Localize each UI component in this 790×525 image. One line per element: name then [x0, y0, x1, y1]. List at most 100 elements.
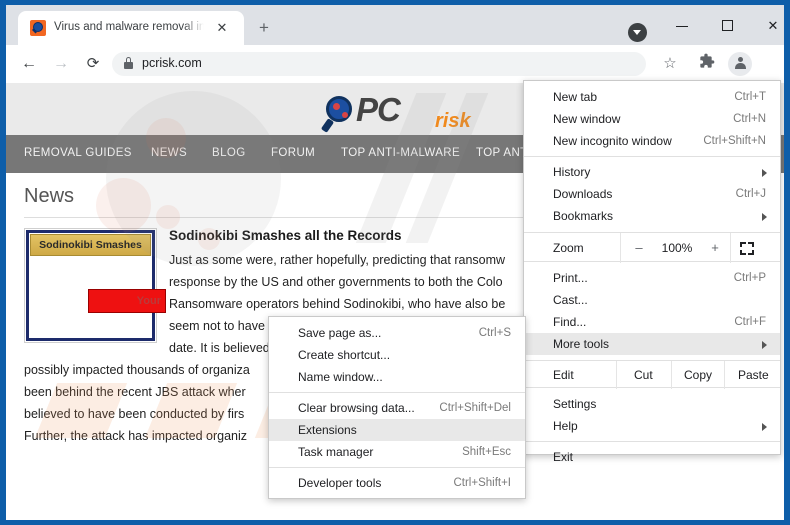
menu-label: Print... [553, 271, 588, 285]
menu-item-print[interactable]: Print... Ctrl+P [524, 267, 780, 289]
menu-item-exit[interactable]: Exit [524, 446, 780, 468]
menu-label: Extensions [298, 423, 357, 437]
menu-label: New tab [553, 90, 598, 104]
menu-item-history[interactable]: History [524, 161, 780, 183]
bookmark-star-icon[interactable]: ☆ [659, 53, 681, 75]
submenu-item-extensions[interactable]: Extensions [269, 419, 525, 441]
menu-item-settings[interactable]: Settings [524, 393, 780, 415]
submenu-item-create-shortcut[interactable]: Create shortcut... [269, 344, 525, 366]
menu-item-bookmarks[interactable]: Bookmarks [524, 205, 780, 227]
article-line: response by the US and other governments… [169, 275, 503, 289]
menu-label: Settings [553, 397, 597, 411]
chrome-main-menu: New tab Ctrl+T New window Ctrl+N New inc… [523, 80, 781, 464]
edit-label: Edit [553, 368, 574, 382]
submenu-item-task-manager[interactable]: Task manager Shift+Esc [269, 441, 525, 463]
article-line: seem not to have [169, 319, 265, 333]
article-line: Ransomware operators behind Sodinokibi, … [169, 297, 506, 311]
submenu-item-clear-browsing-data[interactable]: Clear browsing data... Ctrl+Shift+Del [269, 397, 525, 419]
article-thumbnail[interactable]: Sodinokibi Smashes Your [24, 228, 166, 343]
address-bar[interactable]: pcrisk.com [112, 52, 646, 76]
zoom-out-button[interactable]: – [630, 240, 648, 255]
menu-label: Save page as... [298, 326, 382, 340]
menu-label: New window [553, 112, 621, 126]
cut-button[interactable]: Cut [634, 368, 653, 382]
zoom-row: Zoom – 100% + [524, 232, 780, 263]
menu-item-downloads[interactable]: Downloads Ctrl+J [524, 183, 780, 205]
article-line: Just as some were, rather hopefully, pre… [169, 253, 506, 267]
browser-tab[interactable]: Virus and malware removal instr ✕ [18, 11, 244, 45]
submenu-item-save-page-as[interactable]: Save page as... Ctrl+S [269, 322, 525, 344]
menu-separator [524, 441, 780, 442]
close-window-button[interactable]: ✕ [751, 13, 784, 39]
menu-item-new-tab[interactable]: New tab Ctrl+T [524, 86, 780, 108]
favicon-icon [30, 20, 46, 36]
forward-button[interactable]: → [50, 53, 72, 75]
chevron-right-icon [762, 423, 767, 431]
menu-item-cast[interactable]: Cast... [524, 289, 780, 311]
chrome-menu-button[interactable] [759, 53, 781, 75]
fullscreen-icon[interactable] [740, 242, 754, 255]
new-tab-button[interactable]: + [252, 17, 276, 41]
menu-label: Cast... [553, 293, 588, 307]
submenu-item-name-window[interactable]: Name window... [269, 366, 525, 388]
chevron-right-icon [762, 213, 767, 221]
submenu-item-developer-tools[interactable]: Developer tools Ctrl+Shift+I [269, 472, 525, 494]
menu-accel: Ctrl+Shift+I [453, 477, 511, 489]
menu-separator [269, 392, 525, 393]
extensions-puzzle-icon[interactable] [696, 53, 718, 75]
article-line: date. It is believed [169, 341, 270, 355]
nav-removal-guides[interactable]: REMOVAL GUIDES [24, 147, 132, 159]
menu-item-new-window[interactable]: New window Ctrl+N [524, 108, 780, 130]
menu-label: Create shortcut... [298, 348, 391, 362]
menu-label: History [553, 165, 591, 179]
menu-item-find[interactable]: Find... Ctrl+F [524, 311, 780, 333]
menu-label: Task manager [298, 445, 374, 459]
menu-label: Help [553, 419, 578, 433]
menu-item-help[interactable]: Help [524, 415, 780, 437]
menu-label: Developer tools [298, 476, 382, 490]
browser-window: Virus and malware removal instr ✕ + ✕ ← … [6, 5, 784, 520]
profile-avatar-icon[interactable] [728, 52, 752, 76]
menu-label: More tools [553, 337, 610, 351]
paste-button[interactable]: Paste [738, 368, 769, 382]
more-tools-submenu: Save page as... Ctrl+S Create shortcut..… [268, 316, 526, 499]
menu-item-more-tools[interactable]: More tools [524, 333, 780, 355]
tab-title: Virus and malware removal instr [54, 21, 204, 33]
edit-row: Edit Cut Copy Paste [524, 360, 780, 389]
browser-toolbar: ← → ⟳ pcrisk.com ☆ [6, 45, 784, 83]
minimize-button[interactable] [660, 13, 704, 39]
nav-news[interactable]: NEWS [151, 147, 187, 159]
zoom-in-button[interactable]: + [706, 240, 724, 255]
thumbnail-caption: Sodinokibi Smashes [39, 239, 142, 251]
menu-accel: Ctrl+T [734, 91, 766, 103]
copy-button[interactable]: Copy [684, 368, 712, 382]
menu-label: Downloads [553, 187, 613, 201]
menu-accel: Ctrl+P [733, 272, 766, 284]
tab-search-icon[interactable] [628, 23, 647, 42]
menu-label: Exit [553, 450, 574, 464]
menu-item-new-incognito-window[interactable]: New incognito window Ctrl+Shift+N [524, 130, 780, 152]
window-frame: Virus and malware removal instr ✕ + ✕ ← … [0, 0, 790, 525]
maximize-button[interactable] [706, 13, 750, 39]
menu-accel: Ctrl+Shift+N [703, 135, 766, 147]
reload-button[interactable]: ⟳ [82, 53, 104, 75]
menu-accel: Ctrl+N [733, 113, 766, 125]
menu-accel: Ctrl+S [478, 327, 511, 339]
menu-accel: Ctrl+F [734, 316, 766, 328]
menu-accel: Ctrl+Shift+Del [439, 402, 511, 414]
nav-blog[interactable]: BLOG [212, 147, 246, 159]
nav-forum[interactable]: FORUM [271, 147, 315, 159]
menu-separator [269, 467, 525, 468]
back-button[interactable]: ← [18, 53, 40, 75]
chevron-right-icon [762, 169, 767, 177]
zoom-label: Zoom [553, 241, 584, 255]
menu-label: Find... [553, 315, 587, 329]
thumbnail-red-text: Your [136, 295, 161, 307]
menu-label: New incognito window [553, 134, 672, 148]
menu-accel: Shift+Esc [462, 446, 511, 458]
tab-close-icon[interactable]: ✕ [214, 20, 230, 36]
menu-separator [524, 156, 780, 157]
tab-strip: Virus and malware removal instr ✕ + ✕ [6, 5, 784, 45]
menu-label: Bookmarks [553, 209, 614, 223]
menu-label: Clear browsing data... [298, 401, 415, 415]
